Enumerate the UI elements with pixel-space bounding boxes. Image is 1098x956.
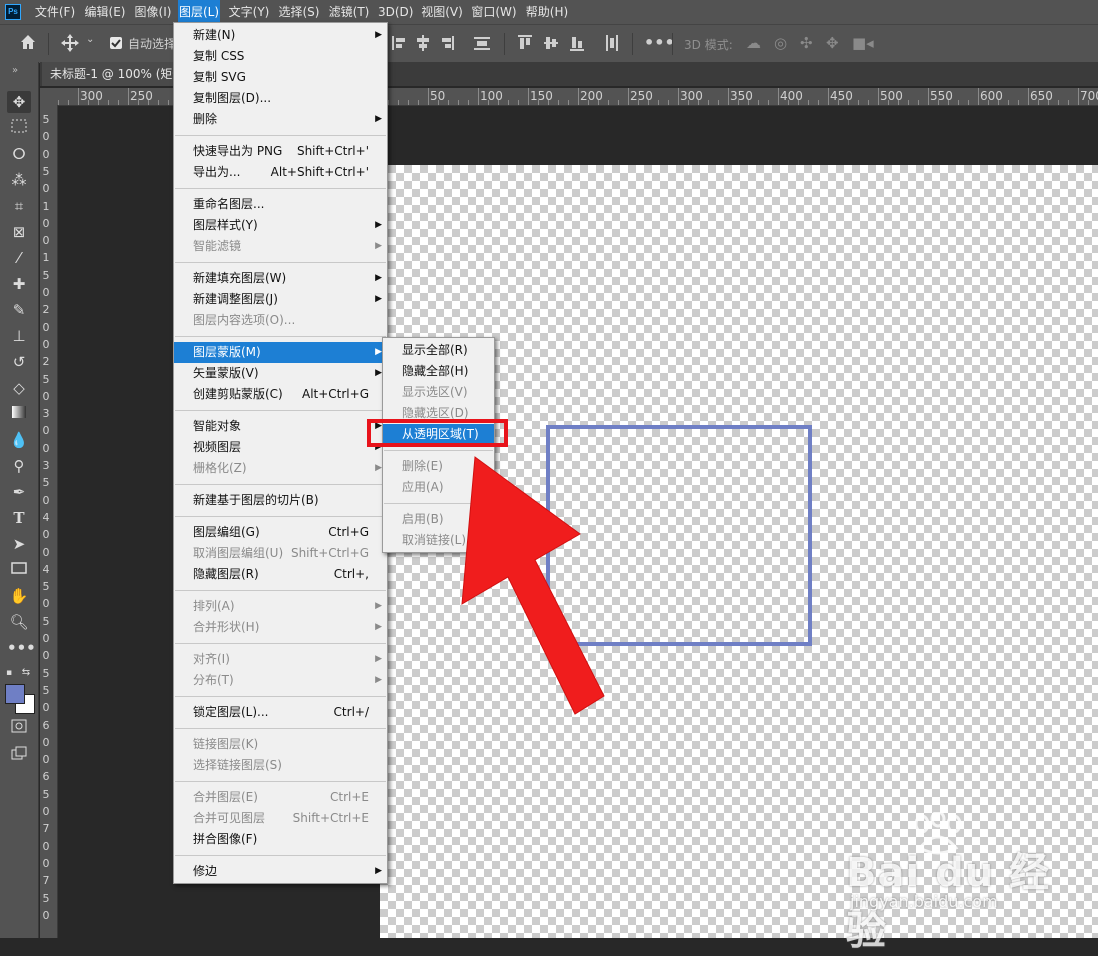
red-arrow-annotation: [461, 456, 605, 715]
baidu-watermark: Bai du 经验 jingyan.baidu.com: [838, 812, 1088, 954]
watermark-url: jingyan.baidu.com: [850, 892, 998, 911]
